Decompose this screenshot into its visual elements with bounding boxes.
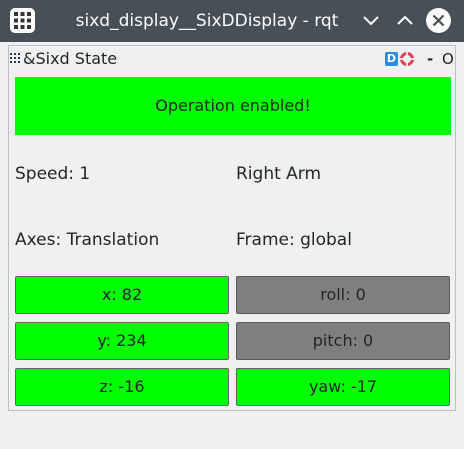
window-titlebar[interactable]: sixd_display__SixDDisplay - rqt xyxy=(0,0,464,42)
reload-icon[interactable] xyxy=(399,51,415,67)
chevron-up-icon xyxy=(397,15,413,25)
axes-mode-label: Axes: Translation xyxy=(15,230,160,250)
drag-grip-icon[interactable] xyxy=(10,53,22,65)
plugin-header[interactable]: &Sixd State D - O xyxy=(9,46,455,71)
axis-x-button[interactable]: x: 82 xyxy=(15,276,229,314)
axis-pitch-button[interactable]: pitch: 0 xyxy=(236,322,450,360)
plugin-minimize-button[interactable]: - xyxy=(427,47,433,71)
axis-z-button[interactable]: z: -16 xyxy=(15,368,229,406)
status-banner: Operation enabled! xyxy=(15,77,451,135)
arm-label: Right Arm xyxy=(236,164,322,184)
sixd-state-plugin: &Sixd State D - O Operation enabled! Spe… xyxy=(8,45,456,411)
axis-yaw-button[interactable]: yaw: -17 xyxy=(236,368,450,406)
frame-label: Frame: global xyxy=(236,230,352,250)
grid-apps-icon[interactable] xyxy=(10,8,35,33)
chevron-down-icon xyxy=(363,16,379,26)
close-icon xyxy=(432,14,445,27)
speed-label: Speed: 1 xyxy=(15,164,91,184)
plugin-title: &Sixd State xyxy=(23,49,118,68)
window-title: sixd_display__SixDDisplay - rqt xyxy=(75,11,339,31)
help-icon[interactable]: D xyxy=(385,52,398,66)
minimize-button[interactable] xyxy=(359,9,383,33)
maximize-button[interactable] xyxy=(393,9,417,33)
close-window-button[interactable] xyxy=(426,8,451,33)
plugin-close-button[interactable]: O xyxy=(442,47,454,71)
axis-roll-button[interactable]: roll: 0 xyxy=(236,276,450,314)
axis-y-button[interactable]: y: 234 xyxy=(15,322,229,360)
